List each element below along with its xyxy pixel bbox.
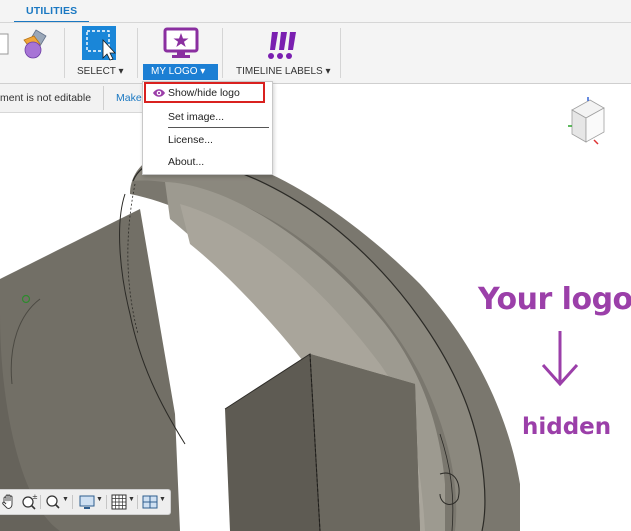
chevron-down-icon[interactable]: ▼: [128, 496, 135, 503]
notice-divider: [103, 86, 104, 110]
my-logo-label: MY LOGO ▾: [151, 66, 206, 77]
grid-icon[interactable]: [110, 493, 128, 511]
select-tool-button[interactable]: SELECT ▾: [66, 23, 132, 81]
timeline-labels-tool-button[interactable]: TIMELINE LABELS ▾: [226, 23, 338, 81]
menu-item-set-image[interactable]: Set image...: [143, 107, 272, 127]
nav-separator: [106, 495, 107, 509]
tab-utilities[interactable]: UTILITIES: [14, 0, 90, 23]
eye-icon: [152, 87, 166, 97]
nav-separator: [40, 495, 41, 509]
pan-hand-icon[interactable]: [0, 493, 18, 511]
zoom-window-icon[interactable]: [44, 493, 62, 511]
my-logo-monitor-icon[interactable]: [163, 26, 199, 60]
menu-item-about[interactable]: About...: [143, 152, 272, 172]
timeline-labels-label: TIMELINE LABELS ▾: [236, 66, 331, 77]
make-editable-link[interactable]: Make: [116, 92, 142, 104]
ribbon-separator: [340, 28, 341, 78]
down-arrow-icon: [541, 331, 579, 387]
menu-item-label: License...: [168, 134, 213, 146]
my-logo-menu: Show/hide logo Set image... License... A…: [142, 81, 273, 175]
annotation-subtitle: hidden: [522, 414, 612, 440]
menu-item-license[interactable]: License...: [143, 130, 272, 150]
menu-item-label: Set image...: [168, 111, 225, 123]
readonly-notice-text: ment is not editable: [0, 92, 92, 104]
ribbon-separator: [222, 28, 223, 78]
annotation-title: Your logo: [478, 282, 631, 317]
toolbar-ribbon: UTILITIES SELECT ▾ MY LOGO ▾ TIMELINE LA…: [0, 0, 631, 84]
ribbon-separator: [64, 28, 65, 78]
menu-item-label: Show/hide logo: [168, 87, 240, 99]
nav-separator: [137, 495, 138, 509]
select-label: SELECT ▾: [77, 66, 124, 77]
menu-item-show-hide-logo[interactable]: Show/hide logo: [144, 82, 265, 103]
display-settings-icon[interactable]: [78, 493, 96, 511]
ribbon-separator: [137, 28, 138, 78]
chevron-down-icon[interactable]: ▼: [62, 496, 69, 503]
chevron-down-icon[interactable]: ▼: [159, 496, 166, 503]
select-box-icon: [82, 26, 116, 61]
my-logo-dropdown-button[interactable]: MY LOGO ▾: [143, 64, 218, 80]
create-shapes-icon[interactable]: [0, 26, 56, 62]
navigation-bar: ± ▼ ▼ ▼ ▼: [0, 489, 171, 515]
menu-separator: [168, 127, 269, 128]
timeline-labels-icon: [266, 26, 300, 60]
chevron-down-icon[interactable]: ▼: [96, 496, 103, 503]
nav-separator: [72, 495, 73, 509]
viewports-icon[interactable]: [141, 493, 159, 511]
tab-strip: UTILITIES: [0, 0, 631, 23]
svg-text:±: ±: [32, 493, 38, 501]
menu-item-label: About...: [168, 156, 205, 168]
view-cube[interactable]: [564, 96, 610, 152]
zoom-icon[interactable]: ±: [20, 493, 38, 511]
